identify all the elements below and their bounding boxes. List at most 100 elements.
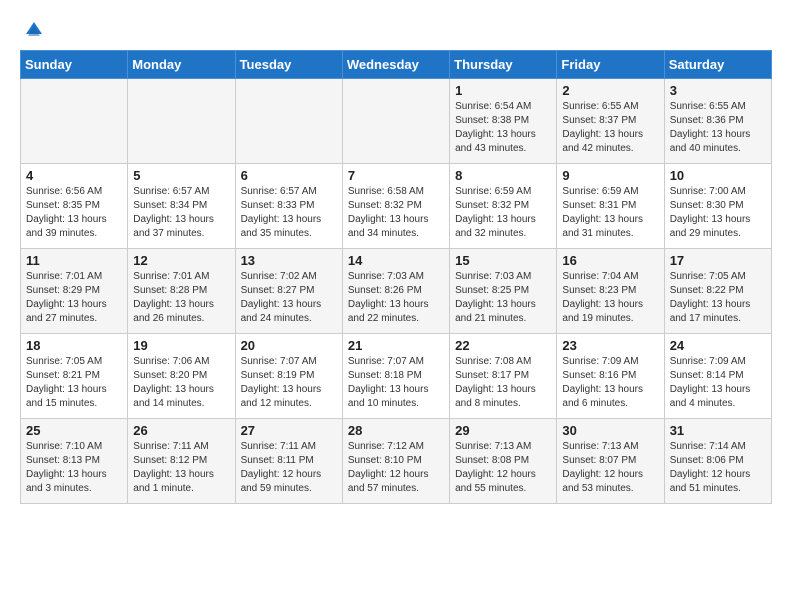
calendar-day-header: Saturday [664,51,771,79]
day-number: 20 [241,338,337,353]
calendar-cell: 28 Sunrise: 7:12 AM Sunset: 8:10 PM Dayli… [342,419,449,504]
calendar-week-row: 1 Sunrise: 6:54 AM Sunset: 8:38 PM Daylig… [21,79,772,164]
day-info: Sunrise: 6:57 AM Sunset: 8:34 PM Dayligh… [133,185,229,241]
day-number: 22 [455,338,551,353]
calendar-day-header: Sunday [21,51,128,79]
calendar-day-header: Thursday [450,51,557,79]
day-info: Sunrise: 7:14 AM Sunset: 8:06 PM Dayligh… [670,440,766,496]
calendar-cell: 5 Sunrise: 6:57 AM Sunset: 8:34 PM Daylig… [128,164,235,249]
day-info: Sunrise: 7:04 AM Sunset: 8:23 PM Dayligh… [562,270,658,326]
day-info: Sunrise: 7:11 AM Sunset: 8:11 PM Dayligh… [241,440,337,496]
day-info: Sunrise: 7:06 AM Sunset: 8:20 PM Dayligh… [133,355,229,411]
day-number: 13 [241,253,337,268]
calendar-day-header: Tuesday [235,51,342,79]
day-info: Sunrise: 7:13 AM Sunset: 8:08 PM Dayligh… [455,440,551,496]
page-header [20,20,772,40]
day-number: 11 [26,253,122,268]
day-info: Sunrise: 7:05 AM Sunset: 8:21 PM Dayligh… [26,355,122,411]
calendar-day-header: Friday [557,51,664,79]
calendar-cell: 4Sunrise: 6:56 AM Sunset: 8:35 PM Daylig… [21,164,128,249]
day-info: Sunrise: 7:02 AM Sunset: 8:27 PM Dayligh… [241,270,337,326]
day-info: Sunrise: 7:13 AM Sunset: 8:07 PM Dayligh… [562,440,658,496]
day-number: 12 [133,253,229,268]
day-number: 17 [670,253,766,268]
day-number: 4 [26,168,122,183]
day-number: 6 [241,168,337,183]
calendar-week-row: 11 Sunrise: 7:01 AM Sunset: 8:29 PM Dayli… [21,249,772,334]
calendar-cell: 26 Sunrise: 7:11 AM Sunset: 8:12 PM Dayli… [128,419,235,504]
day-info: Sunrise: 7:01 AM Sunset: 8:28 PM Dayligh… [133,270,229,326]
calendar-table: SundayMondayTuesdayWednesdayThursdayFrid… [20,50,772,504]
day-info: Sunrise: 6:58 AM Sunset: 8:32 PM Dayligh… [348,185,444,241]
calendar-cell: 20Sunrise: 7:07 AM Sunset: 8:19 PM Dayli… [235,334,342,419]
day-number: 3 [670,83,766,98]
calendar-cell: 7 Sunrise: 6:58 AM Sunset: 8:32 PM Daylig… [342,164,449,249]
day-number: 9 [562,168,658,183]
calendar-cell: 1 Sunrise: 6:54 AM Sunset: 8:38 PM Daylig… [450,79,557,164]
day-number: 2 [562,83,658,98]
day-number: 5 [133,168,229,183]
day-info: Sunrise: 7:03 AM Sunset: 8:25 PM Dayligh… [455,270,551,326]
day-number: 30 [562,423,658,438]
day-info: Sunrise: 7:10 AM Sunset: 8:13 PM Dayligh… [26,440,122,496]
day-info: Sunrise: 6:59 AM Sunset: 8:32 PM Dayligh… [455,185,551,241]
calendar-cell: 29 Sunrise: 7:13 AM Sunset: 8:08 PM Dayli… [450,419,557,504]
calendar-week-row: 25 Sunrise: 7:10 AM Sunset: 8:13 PM Dayli… [21,419,772,504]
calendar-cell: 19Sunrise: 7:06 AM Sunset: 8:20 PM Dayli… [128,334,235,419]
day-info: Sunrise: 6:59 AM Sunset: 8:31 PM Dayligh… [562,185,658,241]
calendar-day-header: Wednesday [342,51,449,79]
day-info: Sunrise: 7:11 AM Sunset: 8:12 PM Dayligh… [133,440,229,496]
day-number: 1 [455,83,551,98]
day-number: 14 [348,253,444,268]
calendar-cell: 18 Sunrise: 7:05 AM Sunset: 8:21 PM Dayli… [21,334,128,419]
calendar-day-header: Monday [128,51,235,79]
calendar-cell: 2Sunrise: 6:55 AM Sunset: 8:37 PM Daylig… [557,79,664,164]
calendar-cell [342,79,449,164]
calendar-cell: 22 Sunrise: 7:08 AM Sunset: 8:17 PM Dayli… [450,334,557,419]
day-number: 7 [348,168,444,183]
calendar-cell [235,79,342,164]
day-number: 16 [562,253,658,268]
calendar-week-row: 18 Sunrise: 7:05 AM Sunset: 8:21 PM Dayli… [21,334,772,419]
day-info: Sunrise: 7:12 AM Sunset: 8:10 PM Dayligh… [348,440,444,496]
day-number: 8 [455,168,551,183]
day-number: 25 [26,423,122,438]
calendar-cell: 15Sunrise: 7:03 AM Sunset: 8:25 PM Dayli… [450,249,557,334]
day-number: 21 [348,338,444,353]
day-number: 18 [26,338,122,353]
day-info: Sunrise: 7:08 AM Sunset: 8:17 PM Dayligh… [455,355,551,411]
calendar-cell [128,79,235,164]
day-number: 28 [348,423,444,438]
day-number: 29 [455,423,551,438]
calendar-cell: 21 Sunrise: 7:07 AM Sunset: 8:18 PM Dayli… [342,334,449,419]
calendar-cell: 23 Sunrise: 7:09 AM Sunset: 8:16 PM Dayli… [557,334,664,419]
day-number: 27 [241,423,337,438]
day-number: 23 [562,338,658,353]
day-info: Sunrise: 7:00 AM Sunset: 8:30 PM Dayligh… [670,185,766,241]
calendar-cell: 24 Sunrise: 7:09 AM Sunset: 8:14 PM Dayli… [664,334,771,419]
calendar-cell: 11 Sunrise: 7:01 AM Sunset: 8:29 PM Dayli… [21,249,128,334]
logo [20,20,44,40]
day-info: Sunrise: 6:57 AM Sunset: 8:33 PM Dayligh… [241,185,337,241]
day-info: Sunrise: 7:03 AM Sunset: 8:26 PM Dayligh… [348,270,444,326]
calendar-cell: 27 Sunrise: 7:11 AM Sunset: 8:11 PM Dayli… [235,419,342,504]
calendar-cell: 30 Sunrise: 7:13 AM Sunset: 8:07 PM Dayli… [557,419,664,504]
calendar-week-row: 4Sunrise: 6:56 AM Sunset: 8:35 PM Daylig… [21,164,772,249]
day-info: Sunrise: 7:09 AM Sunset: 8:14 PM Dayligh… [670,355,766,411]
day-number: 24 [670,338,766,353]
calendar-cell: 6 Sunrise: 6:57 AM Sunset: 8:33 PM Daylig… [235,164,342,249]
day-number: 26 [133,423,229,438]
day-info: Sunrise: 6:54 AM Sunset: 8:38 PM Dayligh… [455,100,551,156]
calendar-cell: 12 Sunrise: 7:01 AM Sunset: 8:28 PM Dayli… [128,249,235,334]
day-info: Sunrise: 7:01 AM Sunset: 8:29 PM Dayligh… [26,270,122,326]
day-info: Sunrise: 7:09 AM Sunset: 8:16 PM Dayligh… [562,355,658,411]
calendar-cell: 16 Sunrise: 7:04 AM Sunset: 8:23 PM Dayli… [557,249,664,334]
calendar-cell: 8 Sunrise: 6:59 AM Sunset: 8:32 PM Daylig… [450,164,557,249]
day-number: 10 [670,168,766,183]
day-info: Sunrise: 6:55 AM Sunset: 8:36 PM Dayligh… [670,100,766,156]
calendar-cell: 10 Sunrise: 7:00 AM Sunset: 8:30 PM Dayli… [664,164,771,249]
day-info: Sunrise: 7:07 AM Sunset: 8:18 PM Dayligh… [348,355,444,411]
logo-icon [24,20,44,40]
calendar-cell: 14 Sunrise: 7:03 AM Sunset: 8:26 PM Dayli… [342,249,449,334]
calendar-cell: 31Sunrise: 7:14 AM Sunset: 8:06 PM Dayli… [664,419,771,504]
